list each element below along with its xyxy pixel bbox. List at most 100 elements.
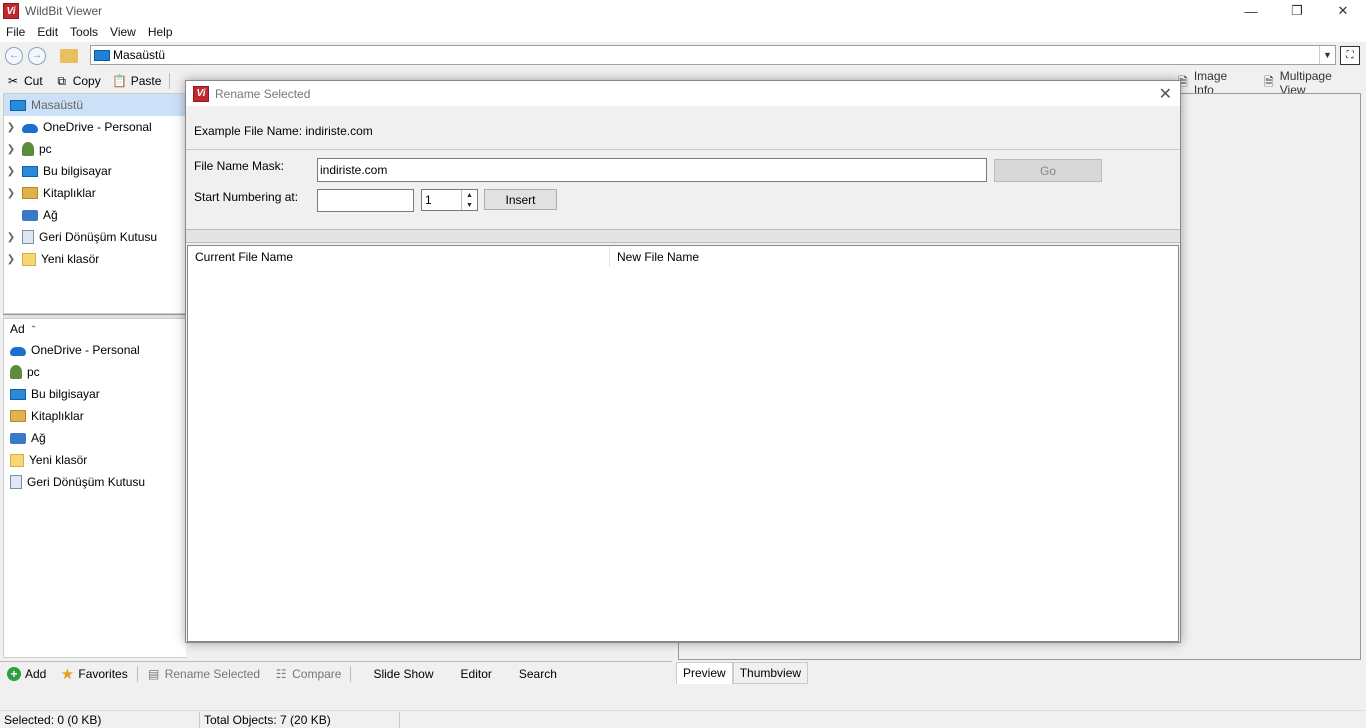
copy-button[interactable]: ⧉ Copy [49,70,107,92]
app-logo-icon: Vi [3,3,19,19]
tree-item-label: Masaüstü [31,98,84,112]
tree-item-label: Bu bilgisayar [43,164,112,178]
column-new-file-name[interactable]: New File Name [610,250,699,264]
image-info-button[interactable]: 🗎 Image Info [1170,69,1256,97]
folder-tree: Masaüstü ❯ OneDrive - Personal ❯ pc ❯ Bu… [3,93,186,314]
cloud-icon [10,346,26,356]
tree-item-network[interactable]: Ağ [4,204,186,226]
window-controls: — ❐ ✕ [1228,0,1366,22]
rename-selected-button[interactable]: ▤ Rename Selected [140,667,267,681]
chevron-down-icon[interactable]: ▼ [1319,46,1335,64]
list-item-label: Geri Dönüşüm Kutusu [27,475,146,489]
tree-item-label: OneDrive - Personal [43,120,152,134]
add-label: Add [25,666,47,681]
expand-chevron-icon[interactable]: ❯ [4,188,18,199]
column-current-file-name[interactable]: Current File Name [188,247,610,267]
numbering-spinner[interactable]: 1 ▲ ▼ [421,189,478,211]
list-item[interactable]: Geri Dönüşüm Kutusu [4,471,186,493]
list-item-label: Kitaplıklar [31,409,84,423]
insert-button[interactable]: Insert [484,189,557,210]
editor-label: Editor [460,666,492,681]
list-item[interactable]: pc [4,361,186,383]
list-item[interactable]: Ağ [4,427,186,449]
add-button[interactable]: + Add [0,666,53,681]
list-item[interactable]: Kitaplıklar [4,405,186,427]
menu-help[interactable]: Help [142,25,179,39]
expand-chevron-icon[interactable]: ❯ [4,254,18,265]
search-label: Search [518,666,557,681]
recycle-bin-icon [22,230,34,244]
tab-preview[interactable]: Preview [676,662,733,684]
cut-button[interactable]: ✂ Cut [0,70,49,92]
close-icon[interactable]: ✕ [1159,84,1172,104]
expand-chevron-icon[interactable]: ❯ [4,232,18,243]
copy-icon: ⧉ [57,73,66,88]
compare-label: Compare [292,666,342,681]
rename-icon: ▤ [148,666,160,681]
window-title: WildBit Viewer [25,4,103,18]
numbering-text-input[interactable] [317,189,414,212]
address-field[interactable]: Masaüstü ▼ [90,45,1336,65]
add-icon: + [7,666,21,681]
example-label: Example File Name: [194,124,303,138]
restore-button[interactable]: ❐ [1274,0,1320,22]
forward-arrow-icon[interactable]: → [28,46,46,65]
address-bar: ← → Masaüstü ▼ ⛶ [0,43,1366,68]
favorites-button[interactable]: ★ Favorites [53,665,134,683]
spin-up-icon[interactable]: ▲ [462,190,477,200]
tree-item-pc[interactable]: ❯ pc [4,138,186,160]
paste-icon: 📋 [112,74,128,88]
bottom-toolbar: + Add ★ Favorites ▤ Rename Selected ☷ Co… [0,661,672,685]
tab-thumbview[interactable]: Thumbview [732,662,809,684]
menu-tools[interactable]: Tools [64,25,104,39]
slide-show-button[interactable]: Slide Show [353,667,440,681]
menu-view[interactable]: View [104,25,142,39]
status-total: Total Objects: 7 (20 KB) [200,711,400,728]
paste-button[interactable]: 📋 Paste [107,70,168,92]
menu-edit[interactable]: Edit [31,25,64,39]
close-window-button[interactable]: ✕ [1320,0,1366,22]
dialog-title: Rename Selected [215,86,311,101]
tree-item-label: Geri Dönüşüm Kutusu [39,230,158,244]
up-folder-icon[interactable] [60,48,78,63]
scissors-icon: ✂ [7,74,19,88]
tree-item-new-folder[interactable]: ❯ Yeni klasör [4,248,186,270]
tree-item-recycle-bin[interactable]: ❯ Geri Dönüşüm Kutusu [4,226,186,248]
compare-button[interactable]: ☷ Compare [267,667,348,681]
minimize-button[interactable]: — [1228,0,1274,22]
progress-strip [186,229,1180,243]
recycle-bin-icon [10,475,22,489]
multipage-view-button[interactable]: 🗎 Multipage View [1256,69,1366,97]
editor-button[interactable]: Editor [441,667,499,681]
fullscreen-icon[interactable]: ⛶ [1340,46,1360,65]
network-icon [10,432,26,444]
expand-chevron-icon[interactable]: ❯ [4,144,18,155]
copy-label: Copy [72,74,101,88]
rename-selected-label: Rename Selected [164,666,261,681]
status-bar: Selected: 0 (0 KB) Total Objects: 7 (20 … [0,710,1366,728]
tree-item-onedrive[interactable]: ❯ OneDrive - Personal [4,116,186,138]
menu-file[interactable]: File [0,25,31,39]
tree-item-this-pc[interactable]: ❯ Bu bilgisayar [4,160,186,182]
search-button[interactable]: Search [499,667,564,681]
mask-label: File Name Mask: [194,159,285,173]
list-item[interactable]: Yeni klasör [4,449,186,471]
spin-down-icon[interactable]: ▼ [462,200,477,210]
toolbar-divider [169,73,171,89]
desktop-icon [94,49,110,61]
multipage-icon: 🗎 [1263,74,1274,89]
column-header-name[interactable]: Ad ⌃ [4,319,186,339]
file-name-mask-input[interactable]: indiriste.com [317,158,987,182]
list-item-label: Bu bilgisayar [31,387,100,401]
star-icon: ★ [60,665,75,683]
list-item[interactable]: OneDrive - Personal [4,339,186,361]
tree-item-libraries[interactable]: ❯ Kitaplıklar [4,182,186,204]
expand-chevron-icon[interactable]: ❯ [4,122,18,133]
preview-toolbar: 🗎 Image Info 🗎 Multipage View [1170,69,1366,97]
list-item[interactable]: Bu bilgisayar [4,383,186,405]
tree-item-desktop[interactable]: Masaüstü [4,94,186,116]
address-path: Masaüstü [113,48,166,62]
go-button[interactable]: Go [994,159,1102,182]
expand-chevron-icon[interactable]: ❯ [4,166,18,177]
back-arrow-icon[interactable]: ← [5,46,23,65]
